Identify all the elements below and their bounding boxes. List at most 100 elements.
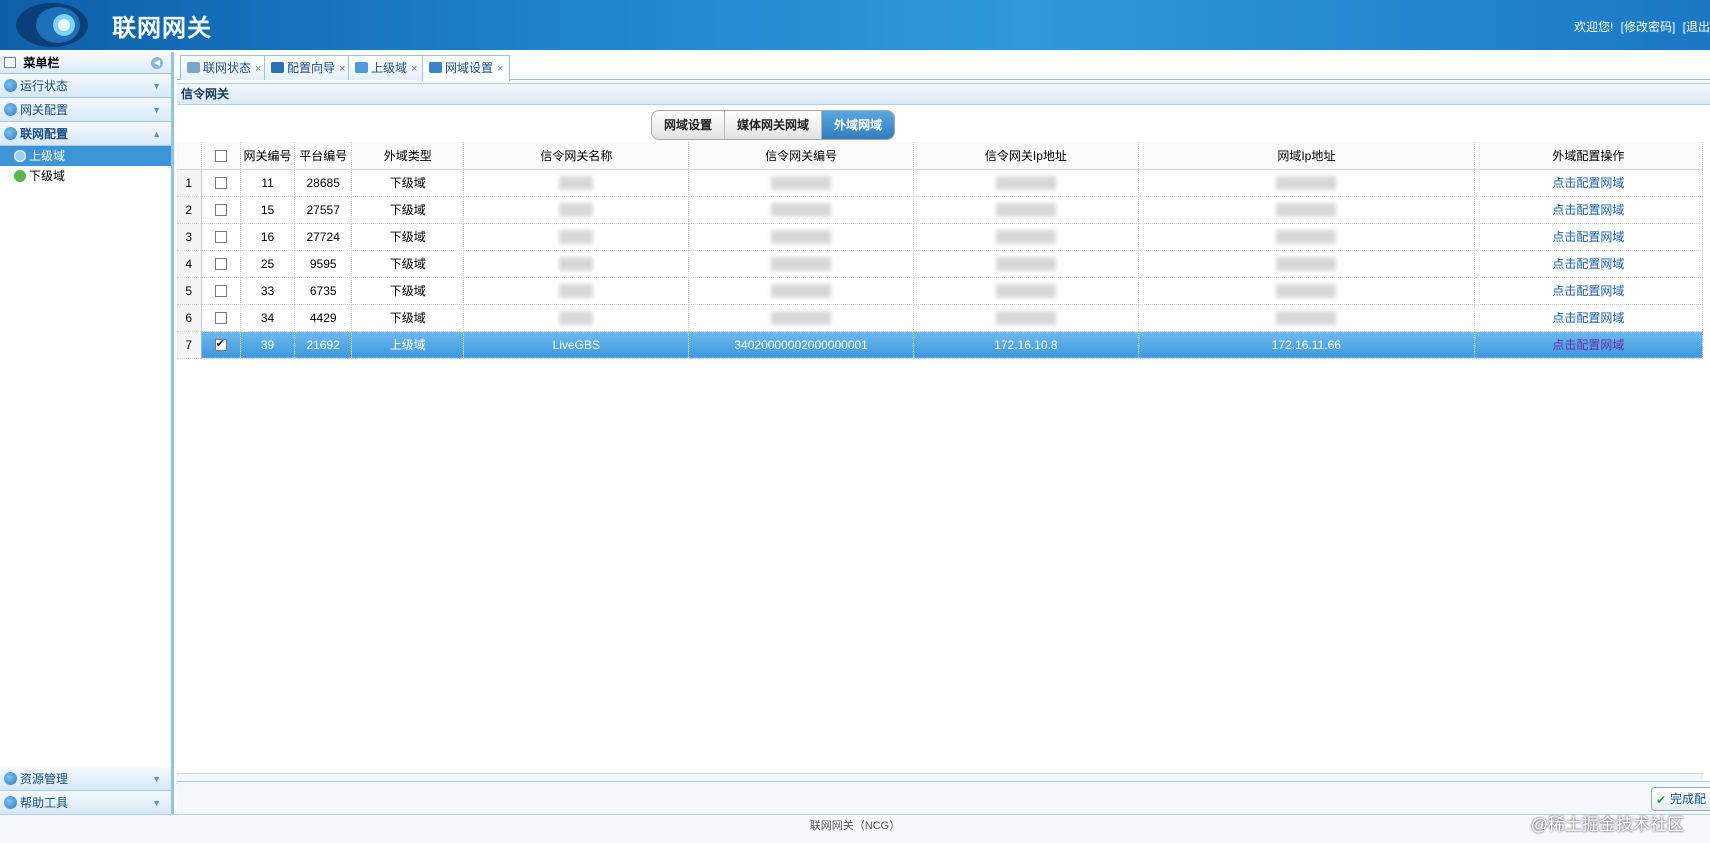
sidebar-sub-item[interactable]: 下级域 xyxy=(0,166,171,186)
cell-name xyxy=(463,223,690,251)
sidebar-section[interactable]: 网关配置 ▼ xyxy=(0,98,171,122)
column-header[interactable]: 信令网关Ip地址 xyxy=(913,142,1139,170)
cell-type: 下级域 xyxy=(351,277,465,305)
sidebar-sub-label: 上级域 xyxy=(29,149,66,163)
check-icon: ✔ xyxy=(1655,793,1667,807)
sidebar-section[interactable]: 资源管理 ▼ xyxy=(0,767,171,791)
sidebar-section[interactable]: 联网配置 ▲ xyxy=(0,122,171,146)
select-all-checkbox[interactable] xyxy=(214,150,227,163)
table-row[interactable]: 3 16 27724 下级域 点击配置网域 xyxy=(177,223,1704,251)
configure-domain-link[interactable]: 点击配置网域 xyxy=(1552,284,1624,298)
cell-platform-id: 27724 xyxy=(294,223,353,251)
cell-code xyxy=(688,250,915,278)
tab-label: 联网状态 xyxy=(203,61,252,75)
redacted-value xyxy=(995,283,1056,298)
sidebar-sub-item[interactable]: 上级域 xyxy=(0,146,171,166)
domain-type-switch: 网域设置 媒体网关网域 外域网域 xyxy=(651,110,896,140)
configure-domain-link[interactable]: 点击配置网域 xyxy=(1552,230,1624,244)
configure-domain-link[interactable]: 点击配置网域 xyxy=(1552,338,1624,352)
row-checkbox[interactable] xyxy=(214,204,227,217)
cell-code xyxy=(688,223,915,251)
page-footer: 联网网关（NCG） xyxy=(0,814,1710,843)
tab-close-icon[interactable]: × xyxy=(339,63,345,75)
tab-close-icon[interactable]: × xyxy=(255,63,261,75)
cell-gw-id: 39 xyxy=(240,331,296,359)
sidebar-section-label: 网关配置 xyxy=(20,103,69,117)
main-area: 联网状态 × 配置向导 × 上级域 × 网域设置 × 信令网关 网域设置 媒体网关网域 外域网域 … xyxy=(177,52,1710,814)
configure-domain-link[interactable]: 点击配置网域 xyxy=(1552,311,1624,325)
redacted-value xyxy=(995,202,1056,217)
redacted-value xyxy=(771,283,832,298)
row-checkbox[interactable] xyxy=(214,231,227,244)
cell-domain-ip: 172.16.11.66 xyxy=(1138,331,1475,359)
cell-gw-id: 11 xyxy=(240,169,296,197)
tab[interactable]: 上级域 × xyxy=(348,55,425,80)
table-row[interactable]: 6 34 4429 下级域 点击配置网域 xyxy=(177,304,1704,332)
change-password-link[interactable]: [修改密码] xyxy=(1621,20,1676,34)
finish-config-button[interactable]: ✔ 完成配 xyxy=(1650,787,1710,811)
tab[interactable]: 联网状态 × xyxy=(180,55,269,80)
table-row[interactable]: 2 15 27557 下级域 点击配置网域 xyxy=(177,196,1704,224)
cell-gw-id: 15 xyxy=(240,196,296,224)
column-header[interactable]: 信令网关编号 xyxy=(688,142,915,170)
sidebar-section-label: 资源管理 xyxy=(20,772,69,786)
column-header[interactable]: 信令网关名称 xyxy=(463,142,690,170)
logout-link[interactable]: [退出 xyxy=(1683,20,1710,34)
arrow-right-icon xyxy=(271,62,284,73)
column-header[interactable]: 平台编号 xyxy=(294,142,353,170)
logo-eye-icon xyxy=(16,3,88,47)
cell-action: 点击配置网域 xyxy=(1474,250,1704,278)
configure-domain-link[interactable]: 点击配置网域 xyxy=(1552,203,1624,217)
tab[interactable]: 配置向导 × xyxy=(264,55,353,80)
cell-name xyxy=(463,196,690,224)
domain-table: 网关编号 平台编号 外域类型 信令网关名称 信令网关编号 信令网关Ip地址 网域… xyxy=(177,142,1704,359)
cell-gw-id: 25 xyxy=(240,250,296,278)
cell-sig-ip xyxy=(913,196,1139,224)
table-row[interactable]: 1 11 28685 下级域 点击配置网域 xyxy=(177,169,1704,197)
row-checkbox[interactable] xyxy=(214,285,227,298)
table-row[interactable]: 5 33 6735 下级域 点击配置网域 xyxy=(177,277,1704,305)
row-number: 4 xyxy=(177,250,202,278)
cell-name xyxy=(463,304,690,332)
tab-label: 网域设置 xyxy=(445,61,494,75)
cell-type: 下级域 xyxy=(351,250,465,278)
cell-sig-ip xyxy=(913,304,1139,332)
pagination-bar xyxy=(177,773,1703,781)
tab-label: 配置向导 xyxy=(287,61,336,75)
column-header[interactable]: 外域配置操作 xyxy=(1474,142,1704,170)
table-row[interactable]: 73921692上级域LiveGBS3402000000200000000117… xyxy=(177,331,1704,359)
row-checkbox[interactable] xyxy=(214,337,227,352)
row-checkbox[interactable] xyxy=(214,177,227,190)
segment-button[interactable]: 外域网域 xyxy=(822,111,895,139)
cell-domain-ip xyxy=(1138,304,1475,332)
cell-sig-ip xyxy=(913,250,1139,278)
section-globe-icon xyxy=(4,127,17,140)
collapse-sidebar-icon[interactable]: ◀ xyxy=(151,57,163,69)
segment-button[interactable]: 网域设置 xyxy=(652,111,726,139)
row-checkbox[interactable] xyxy=(214,312,227,325)
section-arrow-icon: ▼ xyxy=(152,798,161,808)
cell-type: 下级域 xyxy=(351,223,465,251)
menu-icon xyxy=(4,57,16,68)
column-header[interactable]: 外域类型 xyxy=(351,142,465,170)
tab-close-icon[interactable]: × xyxy=(497,63,503,75)
sidebar-section[interactable]: 运行状态 ▼ xyxy=(0,74,171,98)
tab[interactable]: 网域设置 × xyxy=(422,55,511,81)
row-number: 3 xyxy=(177,223,202,251)
cell-action: 点击配置网域 xyxy=(1474,169,1704,197)
cell-gw-id: 16 xyxy=(240,223,296,251)
column-header[interactable]: 网关编号 xyxy=(240,142,296,170)
sidebar-section[interactable]: 帮助工具 ▼ xyxy=(0,791,171,815)
segment-button[interactable]: 媒体网关网域 xyxy=(725,111,823,139)
redacted-value xyxy=(559,256,594,271)
table-row[interactable]: 4 25 9595 下级域 点击配置网域 xyxy=(177,250,1704,278)
tab-close-icon[interactable]: × xyxy=(411,63,417,75)
cell-gw-id: 33 xyxy=(240,277,296,305)
row-checkbox[interactable] xyxy=(214,258,227,271)
configure-domain-link[interactable]: 点击配置网域 xyxy=(1552,257,1624,271)
configure-domain-link[interactable]: 点击配置网域 xyxy=(1552,176,1624,190)
tab-label: 上级域 xyxy=(371,61,408,75)
redacted-value xyxy=(559,283,594,298)
column-header[interactable]: 网域Ip地址 xyxy=(1138,142,1475,170)
cell-code xyxy=(688,169,915,197)
